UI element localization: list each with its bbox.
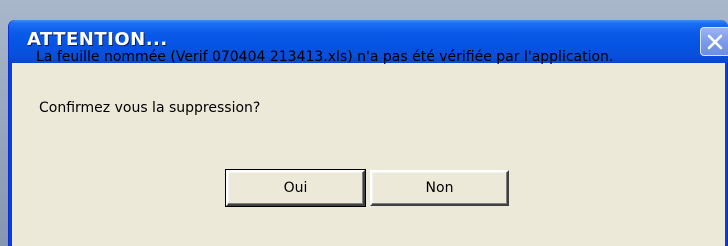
no-button[interactable]: Non — [370, 170, 509, 206]
dialog-message: La feuille nommée (Verif 070404 213413.x… — [36, 49, 614, 65]
close-icon — [707, 34, 723, 50]
yes-button[interactable]: Oui — [225, 169, 366, 207]
dialog-title: ATTENTION... — [27, 29, 168, 50]
dialog-question: Confirmez vous la suppression? — [39, 100, 261, 116]
dialog-body — [12, 63, 725, 246]
close-button[interactable] — [700, 27, 728, 56]
